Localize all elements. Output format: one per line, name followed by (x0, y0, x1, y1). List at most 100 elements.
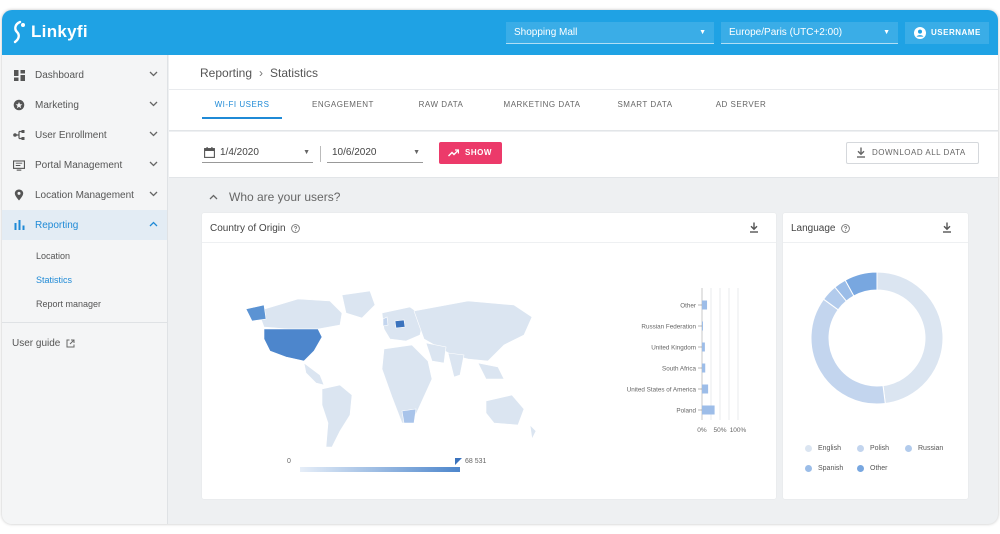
map-usa (263, 328, 323, 362)
date-to-picker[interactable]: 10/6/2020 ▼ (327, 143, 423, 163)
sidebar-subitem-report-manager[interactable]: Report manager (2, 292, 167, 316)
bar (702, 405, 715, 415)
user-guide-link[interactable]: User guide (2, 328, 167, 358)
date-from-picker[interactable]: 1/4/2020 ▼ (202, 143, 313, 163)
legend-item[interactable]: Other (857, 465, 888, 472)
bar (702, 300, 708, 310)
world-map[interactable] (242, 283, 542, 453)
chevron-up-icon (149, 221, 158, 227)
help-icon[interactable] (290, 224, 300, 233)
download-all-button[interactable]: DOWNLOAD ALL DATA (846, 142, 979, 164)
logo-text: Linkyfi (31, 22, 88, 41)
map-alaska (245, 304, 267, 322)
show-button-label: SHOW (465, 148, 492, 157)
sidebar-item-label: Location Management (35, 189, 134, 201)
sidebar-subitem-location[interactable]: Location (2, 244, 167, 268)
map-new-zealand (529, 424, 537, 440)
sidebar-item-dashboard[interactable]: Dashboard (2, 60, 167, 90)
user-enrollment-icon (13, 129, 25, 141)
tab-ad-server[interactable]: AD SERVER (704, 95, 778, 114)
tab-smart-data[interactable]: SMART DATA (608, 95, 682, 114)
tab-marketing-data[interactable]: MARKETING DATA (495, 95, 589, 114)
timezone-select[interactable]: Europe/Paris (UTC+2:00) ▼ (721, 22, 898, 44)
trending-up-icon (448, 149, 459, 157)
sidebar-subitem-statistics[interactable]: Statistics (2, 268, 167, 292)
tab-wifi-users[interactable]: WI-FI USERS (202, 95, 282, 114)
section-title: Who are your users? (229, 190, 341, 204)
chevron-down-icon (149, 161, 158, 167)
card-divider (202, 242, 776, 243)
legend-item[interactable]: Polish (857, 445, 889, 452)
sidebar-item-label: Portal Management (35, 159, 123, 171)
user-guide-label: User guide (12, 337, 61, 349)
bar-chart-icon (13, 219, 25, 231)
legend-swatch (905, 445, 912, 452)
tab-raw-data[interactable]: RAW DATA (408, 95, 474, 114)
header-divider (169, 89, 998, 90)
map-australia (485, 394, 525, 426)
country-bar-chart: Other Russian Federation United Kingdom Sou… (627, 288, 747, 434)
country-of-origin-card: Country of Origin 0 68 531 Other Russian… (202, 213, 776, 499)
legend-item[interactable]: English (805, 445, 841, 452)
user-menu-button[interactable]: USERNAME (905, 22, 989, 44)
map-south-america (321, 384, 353, 448)
logo[interactable]: Linkyfi (12, 20, 88, 44)
map-south-africa (401, 408, 417, 424)
map-poland (394, 319, 406, 329)
map-greenland (341, 290, 376, 319)
portal-icon (13, 159, 25, 171)
legend-swatch (857, 465, 864, 472)
bar (702, 321, 703, 331)
download-icon[interactable] (749, 222, 759, 233)
sidebar-item-user-enrollment[interactable]: User Enrollment (2, 120, 167, 150)
legend-label: Other (870, 465, 888, 472)
chevron-down-icon (149, 191, 158, 197)
active-tab-indicator (202, 117, 282, 119)
chevron-down-icon (149, 101, 158, 107)
map-central-america (303, 362, 325, 386)
map-india (447, 352, 465, 378)
show-button[interactable]: SHOW (439, 142, 502, 164)
breadcrumb: Reporting › Statistics (200, 66, 318, 80)
legend-label: Polish (870, 445, 890, 452)
section-header[interactable]: Who are your users? (209, 190, 340, 204)
sidebar-item-reporting[interactable]: Reporting (2, 210, 167, 240)
download-icon[interactable] (942, 222, 952, 233)
bar (702, 363, 706, 373)
linkyfi-logo-icon (13, 20, 25, 44)
legend-item[interactable]: Spanish (805, 465, 843, 472)
username-label: USERNAME (931, 28, 981, 37)
bar (702, 342, 705, 352)
dashboard-icon (13, 69, 25, 81)
help-icon[interactable] (840, 224, 850, 233)
scale-marker-icon (455, 458, 462, 465)
user-avatar-icon (914, 27, 926, 39)
legend-label: English (818, 445, 841, 452)
donut-slice (810, 298, 886, 405)
chevron-down-icon (149, 71, 158, 77)
date-divider (320, 146, 321, 162)
sidebar-item-label: Reporting (35, 219, 79, 231)
chevron-down-icon: ▼ (699, 29, 706, 36)
legend-item[interactable]: Russian (905, 445, 943, 452)
map-canada (257, 298, 343, 330)
timezone-select-value: Europe/Paris (UTC+2:00) (729, 27, 843, 38)
external-link-icon (66, 339, 75, 347)
language-legend: English Polish Russian Spanish Other (805, 445, 965, 485)
download-icon (857, 147, 865, 158)
main-content: Reporting › Statistics WI-FI USERS ENGAG… (169, 55, 998, 524)
sidebar-item-location-management[interactable]: Location Management (2, 180, 167, 210)
legend-swatch (857, 445, 864, 452)
country-card-title: Country of Origin (210, 223, 286, 234)
donut-slice (876, 271, 944, 405)
axis-tick-label: 0% (697, 427, 707, 434)
breadcrumb-parent[interactable]: Reporting (200, 66, 252, 80)
color-scale-bar (300, 467, 460, 472)
scale-min-label: 0 (287, 458, 291, 465)
sidebar-item-portal-management[interactable]: Portal Management (2, 150, 167, 180)
chevron-right-icon: › (259, 66, 264, 80)
tab-engagement[interactable]: ENGAGEMENT (305, 95, 381, 114)
sidebar: Dashboard Marketing User Enrollment Port… (2, 55, 168, 524)
venue-select[interactable]: Shopping Mall ▼ (506, 22, 714, 44)
sidebar-item-marketing[interactable]: Marketing (2, 90, 167, 120)
